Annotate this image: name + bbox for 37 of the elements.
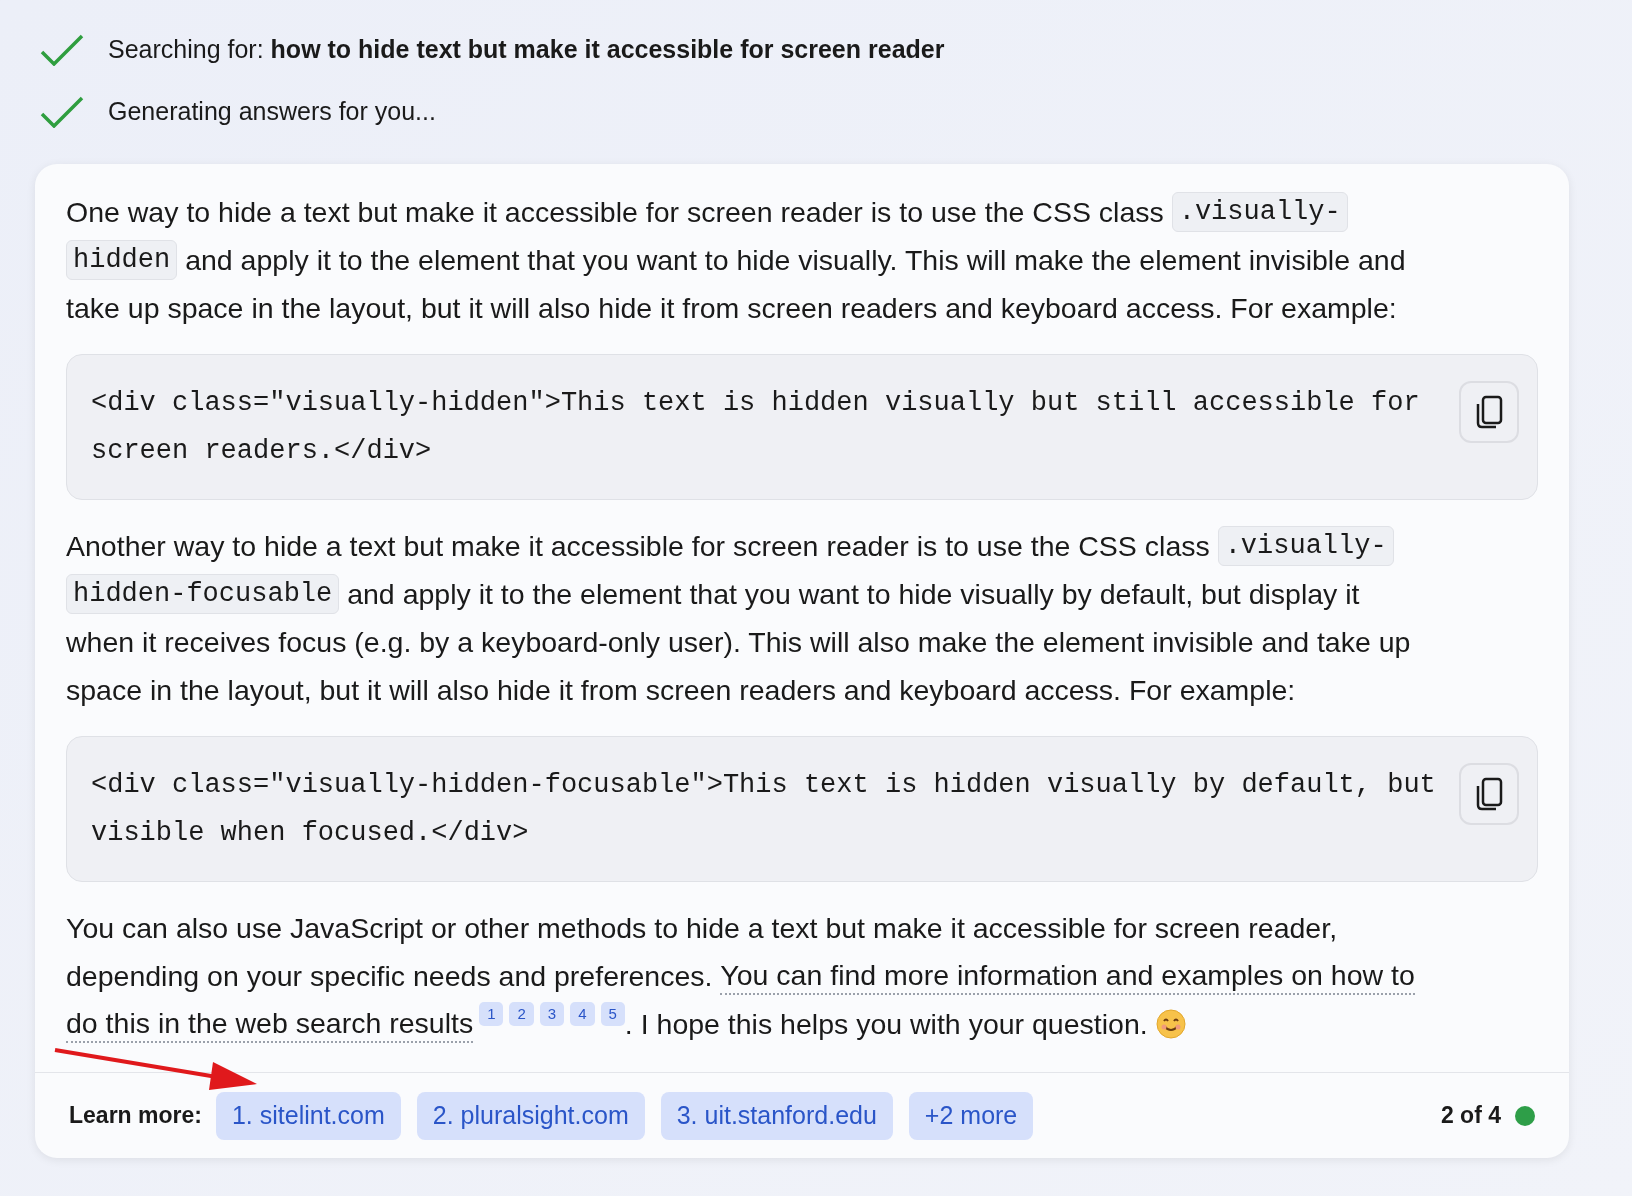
copy-icon bbox=[1474, 777, 1504, 811]
code-text: <div class="visually-hidden-focusable">This text is hidden visually by default, but visible when focused.</div> bbox=[91, 769, 1431, 850]
code-text: <div class="visually-hidden">This text is hidden visually but still accessible for screen readers.</div> bbox=[91, 387, 1421, 468]
inline-code: hidden-focusable bbox=[66, 574, 340, 614]
status-text: Searching for: how to hide text but make it accessible for screen reader bbox=[108, 34, 945, 66]
paragraph-text: when it receives focus (e.g. by a keyboard-only user). This will also make the element invisible and take up bbox=[66, 624, 1411, 660]
copy-icon bbox=[1474, 395, 1504, 429]
inline-code: .visually- bbox=[1217, 526, 1394, 566]
source-link[interactable]: 3. uit.stanford.edu bbox=[660, 1091, 893, 1140]
status-text: Generating answers for you... bbox=[108, 96, 436, 128]
source-link[interactable]: +2 more bbox=[908, 1091, 1034, 1140]
status-dot bbox=[1515, 1105, 1535, 1126]
source-link[interactable]: 2. pluralsight.com bbox=[416, 1091, 645, 1140]
citation-badge[interactable]: 1 bbox=[479, 1002, 504, 1026]
citation-badge[interactable]: 2 bbox=[509, 1002, 534, 1026]
page-counter: 2 of 4 bbox=[1440, 1101, 1501, 1131]
paragraph-text: take up space in the layout, but it will also hide it from screen readers and keyboard access. For example: bbox=[66, 290, 1397, 326]
citation-badge[interactable]: 4 bbox=[570, 1002, 595, 1026]
paragraph-text: and apply it to the element that you want to hide visually by default, but display it bbox=[346, 576, 1360, 612]
paragraph-text: Another way to hide a text but make it accessible for screen reader is to use the CSS class bbox=[66, 528, 1211, 564]
paragraph-text: . I hope this helps you with your question. bbox=[624, 1006, 1149, 1042]
paragraph-text: depending on your specific needs and preferences. bbox=[66, 958, 714, 994]
learn-more-label: Learn more: bbox=[69, 1101, 202, 1131]
copy-button[interactable] bbox=[1459, 381, 1519, 443]
paragraph-text: space in the layout, but it will also hide it from screen readers and keyboard access. For example: bbox=[66, 672, 1296, 708]
link[interactable]: You can find more information and examples on how to bbox=[720, 957, 1415, 995]
smiley-icon bbox=[1155, 1009, 1186, 1039]
inline-code: hidden bbox=[66, 240, 178, 280]
paragraph-text: and apply it to the element that you want to hide visually. This will make the element invisible and bbox=[184, 242, 1406, 278]
paragraph-text: One way to hide a text but make it accessible for screen reader is to use the CSS class bbox=[66, 194, 1165, 230]
paragraph-text: You can also use JavaScript or other methods to hide a text but make it accessible for screen reader, bbox=[66, 910, 1338, 946]
citation-badge[interactable]: 3 bbox=[539, 1002, 565, 1026]
link[interactable]: do this in the web search results bbox=[66, 1005, 474, 1043]
citation-badge[interactable]: 5 bbox=[600, 1002, 625, 1026]
inline-code: .visually- bbox=[1171, 192, 1348, 232]
copy-button[interactable] bbox=[1459, 763, 1519, 825]
source-link[interactable]: 1. sitelint.com bbox=[215, 1091, 401, 1140]
